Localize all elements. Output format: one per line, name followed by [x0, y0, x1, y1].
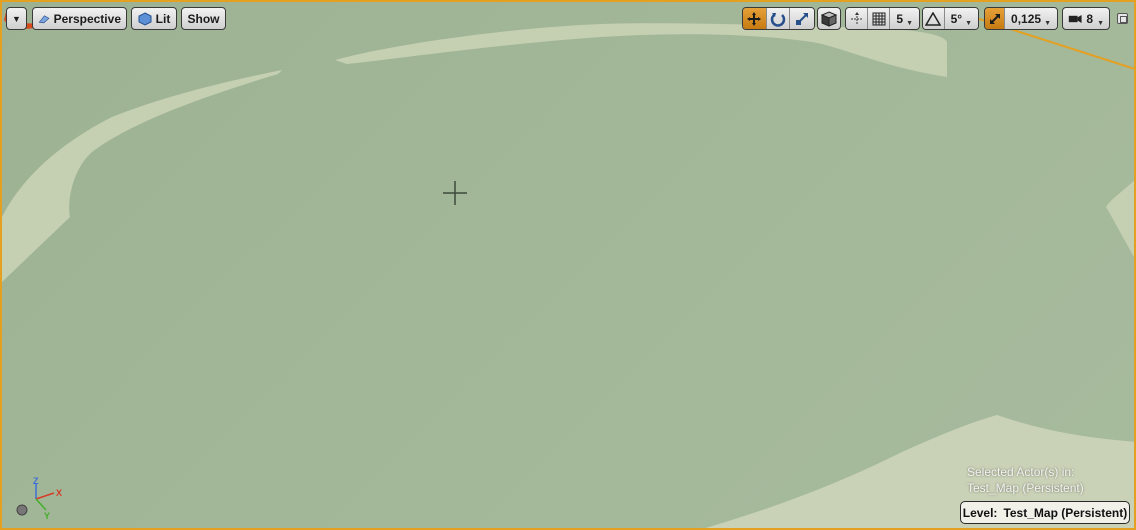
level-viewport[interactable]: ▼ Perspective Lit Show 5 ▼ 5° ▼ 0,125 ▼ … [0, 0, 1136, 530]
chevron-down-icon: ▼ [965, 20, 972, 27]
rotation-snap-value: 5° [950, 11, 963, 26]
surface-snap-button[interactable] [846, 8, 869, 29]
path-right [1106, 180, 1134, 258]
angle-icon [925, 11, 942, 26]
grid-snap-value-dropdown[interactable]: 5 ▼ [890, 8, 919, 29]
path-left [2, 70, 282, 282]
lit-sphere-icon [138, 11, 152, 26]
surface-snap-icon [850, 11, 863, 25]
scale-snap-value-dropdown[interactable]: 0,125 ▼ [1005, 8, 1057, 29]
axis-z-label: Z [33, 476, 39, 486]
axis-y-label: Y [44, 511, 50, 521]
cube-icon [821, 10, 837, 27]
show-button[interactable]: Show [181, 7, 226, 30]
axis-gizmo: Z X Y [16, 476, 62, 521]
translate-tool-button[interactable] [743, 8, 767, 29]
perspective-button[interactable]: Perspective [32, 7, 127, 30]
perspective-label: Perspective [53, 11, 121, 26]
scene-view [2, 6, 1134, 528]
rotate-icon [770, 12, 786, 27]
scale-snap-group: 0,125 ▼ [984, 7, 1058, 30]
path-top [335, 23, 947, 77]
grid-snap-group: 5 ▼ [845, 7, 920, 30]
dropdown-arrow-icon: ▼ [12, 13, 21, 24]
level-name: Test_Map (Persistent) [1003, 505, 1128, 520]
world-local-toggle[interactable] [817, 7, 841, 30]
transform-tools-group [742, 7, 815, 30]
grid-snap-toggle[interactable] [868, 8, 891, 29]
scale-tool-button[interactable] [790, 8, 814, 29]
level-prefix: Level: [962, 505, 998, 520]
current-level-badge[interactable]: Level: Test_Map (Persistent) [960, 501, 1130, 524]
lit-label: Lit [155, 11, 171, 26]
show-label: Show [187, 11, 220, 26]
chevron-down-icon: ▼ [1044, 20, 1051, 27]
selected-actors-info: Selected Actor(s) in: Test_Map (Persiste… [967, 464, 1084, 496]
rotation-snap-group: 5° ▼ [922, 7, 979, 30]
perspective-icon [38, 14, 50, 23]
selected-actors-line: Selected Actor(s) in: [967, 465, 1075, 479]
chevron-down-icon: ▼ [1097, 20, 1104, 27]
maximize-icon [1120, 16, 1127, 23]
axis-x-label: X [56, 488, 62, 498]
chevron-down-icon: ▼ [906, 20, 913, 27]
crosshair [443, 181, 467, 205]
scale-snap-icon [989, 13, 1000, 24]
selected-actors-map: Test_Map (Persistent) [967, 481, 1084, 495]
rotation-snap-value-dropdown[interactable]: 5° ▼ [944, 8, 978, 29]
viewport-options-button[interactable]: ▼ [6, 7, 27, 30]
camera-icon [1068, 14, 1082, 23]
scale-icon [796, 12, 809, 25]
maximize-viewport-button[interactable] [1117, 13, 1128, 24]
scale-snap-toggle[interactable] [985, 8, 1006, 29]
translate-arrows-icon [747, 11, 762, 26]
grid-snap-value: 5 [896, 11, 904, 26]
scale-snap-value: 0,125 [1011, 11, 1042, 26]
grid-icon [872, 12, 886, 25]
rotation-snap-toggle[interactable] [923, 8, 945, 29]
camera-speed-button[interactable]: 8 ▼ [1062, 7, 1110, 30]
help-icon [16, 504, 28, 516]
lit-button[interactable]: Lit [131, 7, 177, 30]
rotate-tool-button[interactable] [766, 8, 791, 29]
camera-speed-value: 8 [1086, 11, 1094, 26]
